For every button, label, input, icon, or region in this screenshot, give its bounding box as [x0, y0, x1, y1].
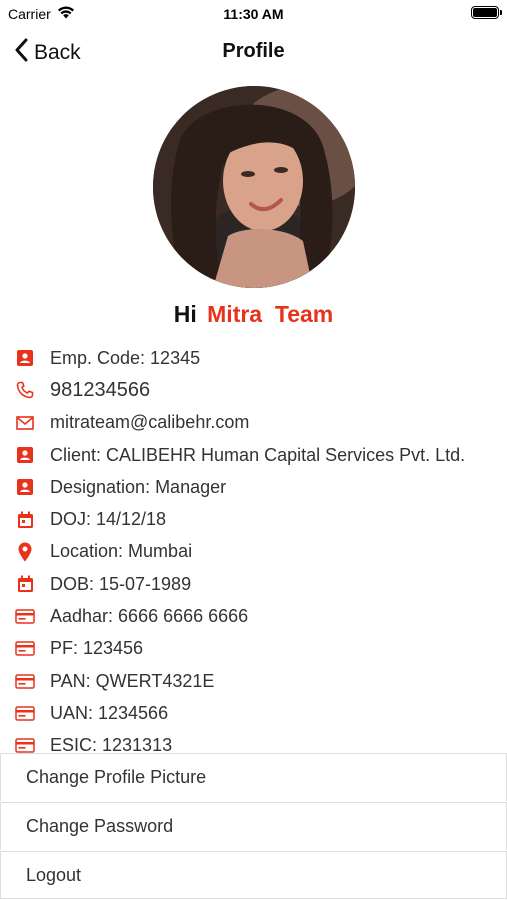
status-bar: Carrier 11:30 AM [0, 0, 507, 28]
id-card-icon [15, 703, 35, 723]
change-profile-picture-button[interactable]: Change Profile Picture [0, 753, 507, 801]
detail-uan: UAN: 1234566 [15, 697, 505, 729]
detail-text: PF: 123456 [50, 638, 144, 659]
profile-details-list: Emp. Code: 12345 981234566 mitrateam@cal… [15, 342, 505, 762]
navigation-bar: Back Profile [0, 28, 507, 76]
battery-icon [471, 6, 502, 19]
detail-doj: DOJ: 14/12/18 [15, 503, 505, 535]
profile-avatar [153, 86, 355, 288]
detail-pf: PF: 123456 [15, 633, 505, 665]
status-time: 11:30 AM [223, 6, 284, 22]
detail-text: Client: CALIBEHR Human Capital Services … [50, 444, 466, 465]
id-card-icon [15, 671, 35, 691]
location-pin-icon [15, 542, 35, 562]
calendar-icon [15, 510, 35, 530]
detail-text: DOB: 15-07-1989 [50, 573, 192, 594]
detail-aadhar: Aadhar: 6666 6666 6666 [15, 600, 505, 632]
detail-text: Aadhar: 6666 6666 6666 [50, 606, 249, 627]
mail-icon [15, 413, 35, 433]
logout-button[interactable]: Logout [0, 851, 507, 899]
detail-dob: DOB: 15-07-1989 [15, 568, 505, 600]
back-label: Back [34, 41, 81, 64]
greeting-hi: Hi [173, 301, 197, 327]
detail-client: Client: CALIBEHR Human Capital Services … [15, 439, 505, 471]
calendar-icon [15, 574, 35, 594]
phone-icon [15, 380, 35, 400]
detail-location: Location: Mumbai [15, 536, 505, 568]
detail-emp-code: Emp. Code: 12345 [15, 342, 505, 374]
detail-text: Location: Mumbai [50, 541, 193, 562]
detail-email: mitrateam@calibehr.com [15, 407, 505, 439]
detail-designation: Designation: Manager [15, 471, 505, 503]
contact-card-icon [15, 445, 35, 465]
detail-phone: 981234566 [15, 374, 505, 406]
detail-pan: PAN: QWERT4321E [15, 665, 505, 697]
detail-text: PAN: QWERT4321E [50, 670, 215, 691]
contact-card-icon [15, 348, 35, 368]
id-card-icon [15, 607, 35, 627]
greeting: Hi Mitra Team [0, 301, 507, 328]
chevron-left-icon [14, 38, 28, 68]
detail-text: DOJ: 14/12/18 [50, 509, 167, 530]
detail-text: UAN: 1234566 [50, 702, 169, 723]
change-password-button[interactable]: Change Password [0, 802, 507, 850]
detail-text: Designation: Manager [50, 476, 227, 497]
user-name: Mitra Team [207, 301, 334, 327]
detail-text: Emp. Code: 12345 [50, 347, 201, 368]
profile-actions-menu: Change Profile Picture Change Password L… [0, 753, 507, 899]
id-card-icon [15, 639, 35, 659]
detail-text: mitrateam@calibehr.com [50, 412, 250, 433]
detail-text: 981234566 [50, 378, 151, 401]
contact-card-icon [15, 477, 35, 497]
back-button[interactable]: Back [14, 38, 81, 68]
